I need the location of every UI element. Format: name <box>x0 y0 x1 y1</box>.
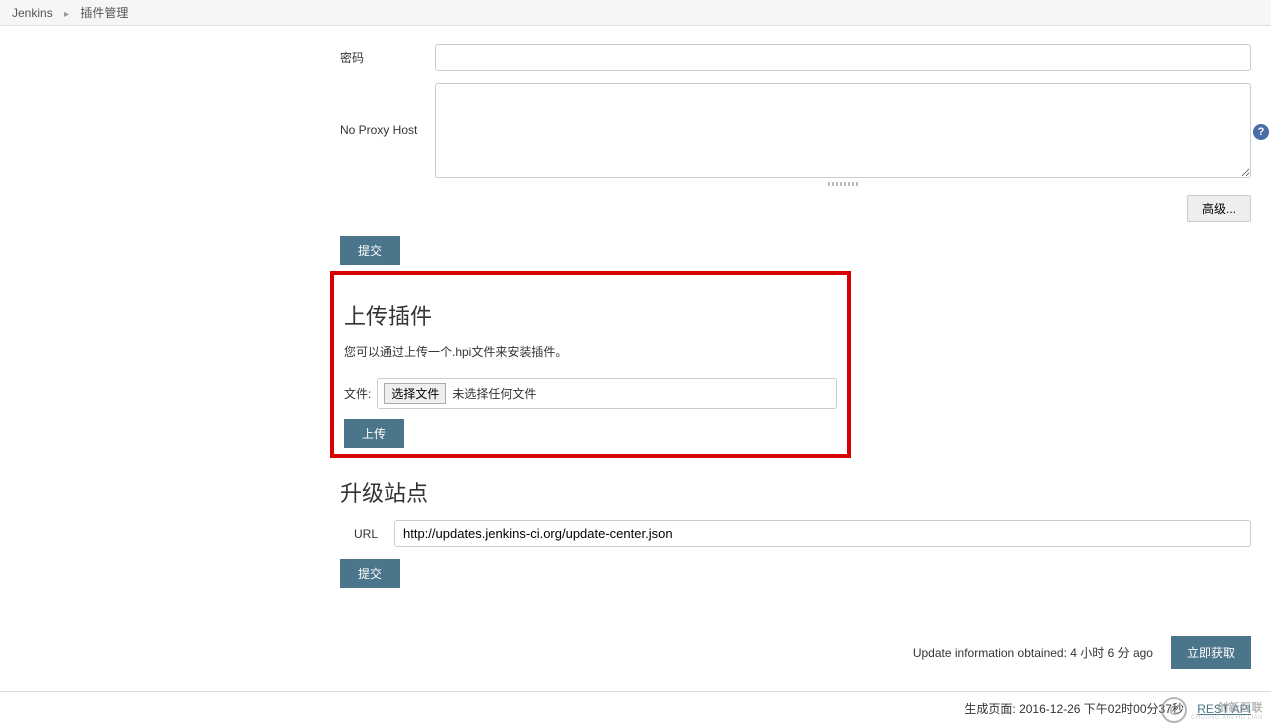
password-label: 密码 <box>340 49 435 66</box>
choose-file-button[interactable]: 选择文件 <box>384 383 446 404</box>
no-proxy-label: No Proxy Host <box>340 83 435 137</box>
url-input[interactable] <box>394 520 1251 547</box>
upload-section-highlight: 上传插件 您可以通过上传一个.hpi文件来安装插件。 文件: 选择文件 未选择任… <box>330 271 851 458</box>
get-now-button[interactable]: 立即获取 <box>1171 636 1251 669</box>
resize-handle-icon[interactable] <box>828 182 858 186</box>
url-label: URL <box>354 527 394 541</box>
proxy-submit-button[interactable]: 提交 <box>340 236 400 265</box>
update-site-submit-button[interactable]: 提交 <box>340 559 400 588</box>
no-proxy-row: No Proxy Host ? <box>340 83 1251 181</box>
upload-hint: 您可以通过上传一个.hpi文件来安装插件。 <box>344 343 837 360</box>
footer: 生成页面: 2016-12-26 下午02时00分37秒 REST API C … <box>0 691 1271 725</box>
gen-time: 2016-12-26 下午02时00分37秒 <box>1019 702 1184 716</box>
no-file-text: 未选择任何文件 <box>452 385 536 402</box>
url-row: URL <box>354 520 1251 547</box>
watermark-sub: CHUANG XIN HU LIAN <box>1191 715 1263 721</box>
upload-heading: 上传插件 <box>344 299 837 331</box>
advanced-button[interactable]: 高级... <box>1187 195 1251 222</box>
breadcrumb-separator: ▸ <box>64 9 69 20</box>
update-info-row: Update information obtained: 4 小时 6 分 ag… <box>0 628 1271 677</box>
file-input-wrap[interactable]: 选择文件 未选择任何文件 <box>377 378 837 409</box>
password-row: 密码 <box>340 44 1251 71</box>
no-proxy-textarea[interactable] <box>435 83 1251 178</box>
breadcrumb: Jenkins ▸ 插件管理 <box>0 0 1271 26</box>
watermark-icon: C <box>1161 697 1187 723</box>
watermark-brand: 创新互联 <box>1191 699 1263 715</box>
upload-button[interactable]: 上传 <box>344 419 404 448</box>
file-row: 文件: 选择文件 未选择任何文件 <box>344 378 837 409</box>
watermark: C 创新互联 CHUANG XIN HU LIAN <box>1161 697 1263 723</box>
breadcrumb-current[interactable]: 插件管理 <box>80 6 128 20</box>
help-icon[interactable]: ? <box>1253 124 1269 140</box>
gen-label: 生成页面: <box>964 702 1015 716</box>
update-info-text: Update information obtained: 4 小时 6 分 ag… <box>913 644 1153 661</box>
breadcrumb-root[interactable]: Jenkins <box>12 6 53 20</box>
update-site-heading: 升级站点 <box>340 476 1251 508</box>
password-input[interactable] <box>435 44 1251 71</box>
file-label: 文件: <box>344 385 371 402</box>
